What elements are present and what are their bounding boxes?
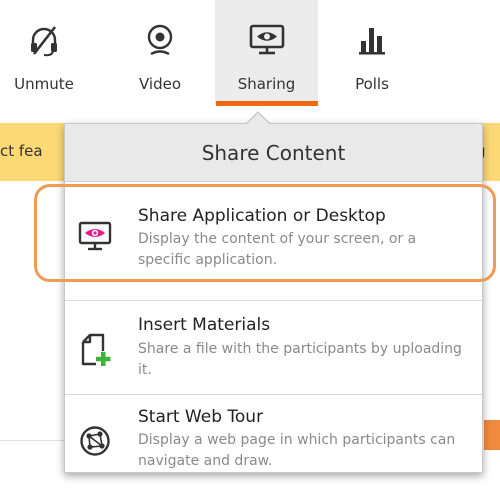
sharing-label: Sharing (237, 75, 296, 93)
sharing-button[interactable]: Sharing (215, 0, 318, 104)
monitor-eye-icon (247, 20, 287, 60)
sharing-active-indicator (216, 101, 318, 106)
insert-materials-title: Insert Materials (138, 315, 271, 335)
file-add-icon (78, 333, 112, 367)
highlight-annotation (34, 184, 496, 282)
start-web-tour-title: Start Web Tour (138, 407, 264, 427)
insert-materials-option[interactable]: Insert Materials Share a file with the p… (65, 300, 482, 396)
share-content-dropdown: Share Content Share Application or Deskt… (64, 111, 483, 473)
video-button[interactable]: Video (120, 0, 200, 104)
insert-materials-description: Share a file with the participants by up… (138, 341, 462, 378)
unmute-button[interactable]: Unmute (0, 0, 88, 104)
web-tour-icon (78, 424, 112, 458)
start-web-tour-option[interactable]: Start Web Tour Display a web page in whi… (65, 394, 482, 473)
start-web-tour-description: Display a web page in which participants… (138, 432, 456, 469)
polls-label: Polls (355, 75, 389, 93)
background-button-edge (484, 420, 500, 450)
video-label: Video (138, 75, 182, 93)
bar-chart-icon (352, 20, 392, 60)
unmute-label: Unmute (14, 75, 74, 93)
webcam-icon (140, 20, 180, 60)
banner-text: ct fea (0, 142, 43, 160)
polls-button[interactable]: Polls (332, 0, 412, 104)
dropdown-header: Share Content (65, 124, 482, 182)
muted-headset-icon (24, 20, 64, 60)
meeting-toolbar: Unmute Video Sharing Polls (0, 0, 500, 108)
dropdown-caret (247, 113, 269, 124)
background-divider (0, 440, 66, 441)
